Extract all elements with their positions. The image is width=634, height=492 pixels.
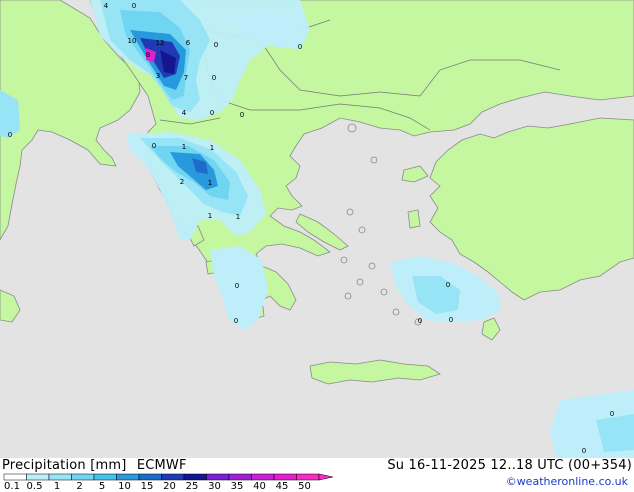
legend-tick: 45 (275, 481, 289, 492)
value-label: 0 (449, 316, 453, 324)
legend-tick: 1 (53, 481, 61, 492)
legend-tick: 30 (208, 481, 221, 492)
value-label: 3 (156, 72, 160, 80)
legend-swatch (48, 473, 72, 481)
legend-swatch (26, 473, 50, 481)
value-label: 0 (446, 281, 450, 289)
value-label: 7 (184, 74, 188, 82)
legend-swatch (93, 473, 117, 481)
legend-tick: 0.1 (4, 481, 20, 492)
legend-swatch (183, 473, 207, 481)
legend-swatch (251, 473, 275, 481)
value-label: 1 (208, 212, 212, 220)
value-label: 0 (298, 43, 302, 51)
value-label: 1 (236, 213, 240, 221)
title-label: Precipitation [mm] (2, 458, 127, 473)
credit-link[interactable]: ©weatheronline.co.uk (506, 475, 628, 488)
map-datetime: Su 16-11-2025 12..18 UTC (00+354) (387, 458, 632, 473)
legend-tick: 35 (230, 481, 244, 492)
value-label: 0 (210, 109, 214, 117)
value-label: 1 (208, 179, 212, 187)
legend-swatch (228, 473, 252, 481)
legend-swatch (116, 473, 140, 481)
map-title: Precipitation [mm] ECMWF (2, 458, 187, 473)
value-label: 0 (132, 2, 136, 10)
legend-arrow (318, 473, 334, 481)
legend-tick: 2 (76, 481, 83, 492)
legend-swatch (3, 473, 27, 481)
value-label: 4 (104, 2, 109, 10)
value-label: 0 (234, 317, 238, 325)
value-label: 0 (235, 282, 239, 290)
legend-swatch (138, 473, 162, 481)
legend-tick: 0.5 (26, 481, 43, 492)
value-label: 0 (214, 41, 218, 49)
value-label: 8 (146, 51, 150, 59)
legend-swatch (296, 473, 320, 481)
value-label: 0 (152, 142, 156, 150)
legend-swatch (206, 473, 230, 481)
legend-tick: 40 (253, 481, 266, 492)
legend-tick: 20 (163, 481, 176, 492)
land-chios (407, 209, 421, 229)
value-label: 0 (8, 131, 12, 139)
legend-tick: 10 (118, 481, 131, 492)
value-label: 0 (418, 317, 422, 325)
value-label: 2 (180, 178, 184, 186)
legend-tick: 50 (298, 481, 311, 492)
legend-swatch (161, 473, 185, 481)
title-model: ECMWF (136, 458, 187, 473)
value-label: 1 (210, 144, 214, 152)
precipitation-map: 4 010 12 6 083 7 004 0 00 1 1121 100000 000 (0, 0, 634, 458)
legend-swatch (71, 473, 95, 481)
value-label: 0 (212, 74, 216, 82)
value-label: 0 (240, 111, 244, 119)
value-label: 1 (182, 143, 186, 151)
legend-tick: 5 (98, 481, 106, 492)
value-label: 10 (128, 37, 137, 45)
value-label: 4 (182, 109, 187, 117)
value-label: 0 (610, 410, 614, 418)
value-label: 0 (582, 447, 586, 455)
legend-tick: 25 (185, 481, 199, 492)
legend-tick: 15 (140, 481, 154, 492)
value-label: 12 (156, 39, 165, 47)
value-label: 6 (186, 39, 191, 47)
legend-swatch (273, 473, 297, 481)
